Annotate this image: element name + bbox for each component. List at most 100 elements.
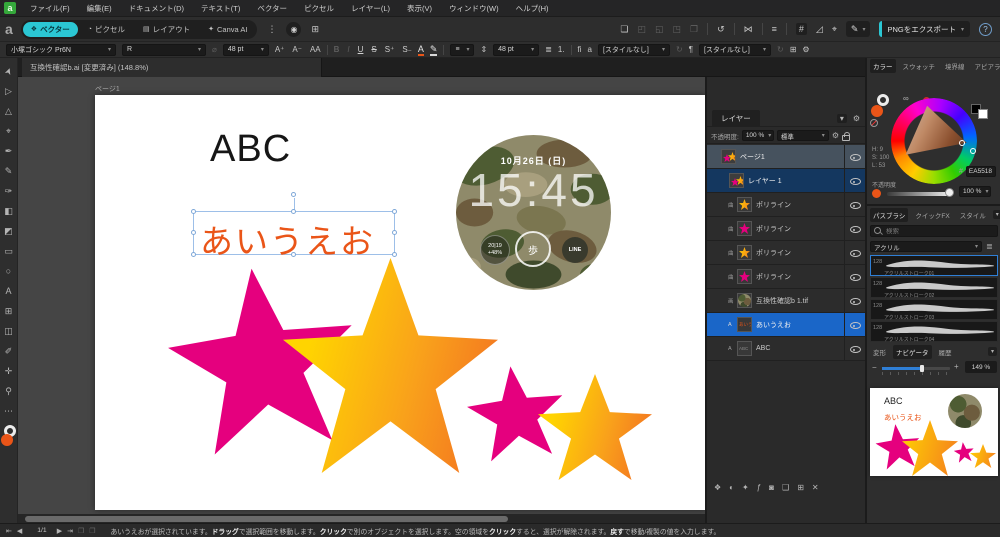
tab-layers[interactable]: レイヤー	[712, 110, 760, 127]
ligature-icon[interactable]: fi	[578, 45, 582, 54]
strikethrough-toggle[interactable]: S	[371, 45, 376, 54]
canvas-viewport[interactable]: ページ1 ABC 10月26日 (日) 15:45	[18, 77, 705, 523]
persona-more-icon[interactable]: ⋮	[267, 24, 276, 35]
tab-navigator[interactable]: ナビゲータ	[893, 345, 932, 359]
camo-watch-image[interactable]: 10月26日 (日) 15:45 20|19 +48% 歩 LINE	[456, 135, 611, 290]
persona-layout[interactable]: ▤ レイアウト	[135, 22, 198, 37]
baseline-grid-icon[interactable]: ⊞	[790, 45, 797, 54]
menu-view[interactable]: 表示(V)	[407, 3, 432, 14]
italic-toggle[interactable]: I	[347, 45, 349, 54]
persona-canva-ai[interactable]: ✦ Canva AI	[200, 22, 255, 37]
flip-horizontal-icon[interactable]: ⋈	[744, 24, 753, 35]
character-style-sync-icon[interactable]: ↻	[676, 45, 683, 54]
horizontal-scrollbar-thumb[interactable]	[25, 516, 508, 522]
boolean-divide-icon[interactable]: ❐	[690, 24, 698, 35]
tab-path-brush[interactable]: パスブラシ	[870, 208, 908, 222]
color-picker-tool[interactable]: ✐	[1, 343, 17, 359]
layer-effects-icon[interactable]: ƒ	[757, 483, 761, 492]
blend-options-gear-icon[interactable]: ⚙	[832, 131, 839, 140]
brush-acrylic-01[interactable]: 128 アクリルストローク01	[870, 255, 998, 276]
visibility-toggle[interactable]	[844, 241, 865, 265]
panel-chevron-icon[interactable]: ▾	[988, 347, 997, 356]
leading-select[interactable]: 48 pt	[493, 44, 539, 56]
opacity-slider[interactable]	[887, 192, 949, 196]
toolbar-divider[interactable]	[762, 23, 763, 35]
panel-settings-gear-icon[interactable]: ⚙	[853, 114, 860, 123]
visibility-toggle[interactable]	[844, 169, 865, 193]
selection-handle[interactable]	[392, 209, 397, 214]
white-swatch[interactable]	[978, 109, 988, 119]
tab-swatches[interactable]: スウォッチ	[900, 59, 939, 73]
tab-quick-fx[interactable]: クイックFX	[912, 208, 952, 222]
tab-appearance[interactable]: アピアランス	[972, 59, 1000, 73]
layer-row-abc[interactable]: A ABC ABC	[707, 337, 865, 361]
tab-styles[interactable]: スタイル	[957, 208, 989, 222]
rotate-icon[interactable]: ↺	[717, 24, 725, 35]
color-handle[interactable]	[959, 140, 965, 146]
vector-crop-tool[interactable]: ◫	[1, 323, 17, 339]
tab-history[interactable]: 履歴	[936, 345, 955, 359]
zoom-in-icon[interactable]: +	[954, 362, 959, 371]
contour-tool[interactable]: △	[1, 103, 17, 119]
snap-shape-icon[interactable]: ◿	[816, 24, 823, 35]
font-weight-select[interactable]: R	[122, 44, 206, 56]
menu-document[interactable]: ドキュメント(D)	[129, 3, 184, 14]
boolean-subtract-icon[interactable]: ◰	[637, 24, 646, 35]
link-colors-icon[interactable]: ∞	[903, 94, 909, 103]
persona-vector[interactable]: ❖ ベクター	[23, 22, 78, 37]
next-page-icon[interactable]: ▶	[57, 527, 62, 535]
selection-handle[interactable]	[191, 209, 196, 214]
menu-help[interactable]: ヘルプ(H)	[516, 3, 549, 14]
text-selection-box[interactable]: あいうえお	[193, 211, 395, 255]
boolean-xor-icon[interactable]: ◳	[672, 24, 681, 35]
fill-color-swatch[interactable]	[871, 105, 883, 117]
menu-layer[interactable]: レイヤー(L)	[351, 3, 390, 14]
brush-search-box[interactable]	[870, 225, 998, 237]
pencil-tool[interactable]: ✎	[1, 163, 17, 179]
menu-pixel[interactable]: ピクセル	[304, 3, 334, 14]
subscript-position-icon[interactable]: A⁻	[292, 45, 302, 54]
layer-row-polyline[interactable]: 曲 ポリライン	[707, 241, 865, 265]
visibility-toggle[interactable]	[844, 145, 865, 169]
vector-brush-tool[interactable]: ✑	[1, 183, 17, 199]
selection-handle[interactable]	[291, 252, 296, 257]
no-color-icon[interactable]	[870, 119, 878, 127]
help-button[interactable]: ?	[979, 23, 992, 36]
character-style-select[interactable]: [スタイルなし]	[598, 44, 670, 56]
snap-grid-icon[interactable]: #	[796, 23, 807, 35]
zoom-slider-thumb[interactable]	[920, 365, 924, 372]
pen-tool[interactable]: ✒	[1, 143, 17, 159]
hex-color-input[interactable]	[966, 166, 996, 177]
frame-tool[interactable]: ⊞	[1, 303, 17, 319]
layer-row-polyline[interactable]: 曲 ポリライン	[707, 217, 865, 241]
visibility-toggle[interactable]	[844, 193, 865, 217]
rectangle-tool[interactable]: ▭	[1, 243, 17, 259]
alignment-icon[interactable]: ≡	[772, 24, 777, 34]
boolean-add-icon[interactable]: ❏	[620, 24, 628, 35]
underline-toggle[interactable]: U	[358, 45, 364, 54]
artboard-label[interactable]: ページ1	[95, 84, 120, 94]
transparency-tool[interactable]: ◩	[1, 223, 17, 239]
document-tab[interactable]: 互換性確認b.ai [変更済み] (148.8%)	[22, 58, 322, 77]
duplicate-page-icon[interactable]: ❐	[89, 527, 95, 535]
typography-icon[interactable]: AA	[310, 45, 321, 54]
visibility-toggle[interactable]	[844, 337, 865, 361]
selection-handle[interactable]	[392, 252, 397, 257]
snap-move-icon[interactable]: ⌖	[832, 24, 837, 35]
panel-chevron-icon[interactable]: ▾	[837, 114, 847, 123]
zoom-out-icon[interactable]: −	[872, 363, 877, 372]
layer-opacity-select[interactable]: 100 %	[742, 130, 774, 141]
menu-text[interactable]: テキスト(T)	[201, 3, 240, 14]
menu-file[interactable]: ファイル(F)	[30, 3, 70, 14]
view-tool[interactable]: ✛	[1, 363, 17, 379]
fill-tool[interactable]: ◧	[1, 203, 17, 219]
visibility-toggle[interactable]	[844, 313, 865, 337]
move-tool[interactable]: ➤	[1, 63, 17, 79]
mask-icon[interactable]: ◙	[769, 483, 774, 492]
layer-row-polyline[interactable]: 曲 ポリライン	[707, 193, 865, 217]
lock-icon[interactable]	[842, 135, 850, 141]
tab-transform[interactable]: 変形	[870, 345, 889, 359]
tool-preset-dropdown[interactable]: ✎	[846, 21, 871, 37]
paragraph-style-select[interactable]: [スタイルなし]	[699, 44, 771, 56]
selection-handle[interactable]	[291, 209, 296, 214]
